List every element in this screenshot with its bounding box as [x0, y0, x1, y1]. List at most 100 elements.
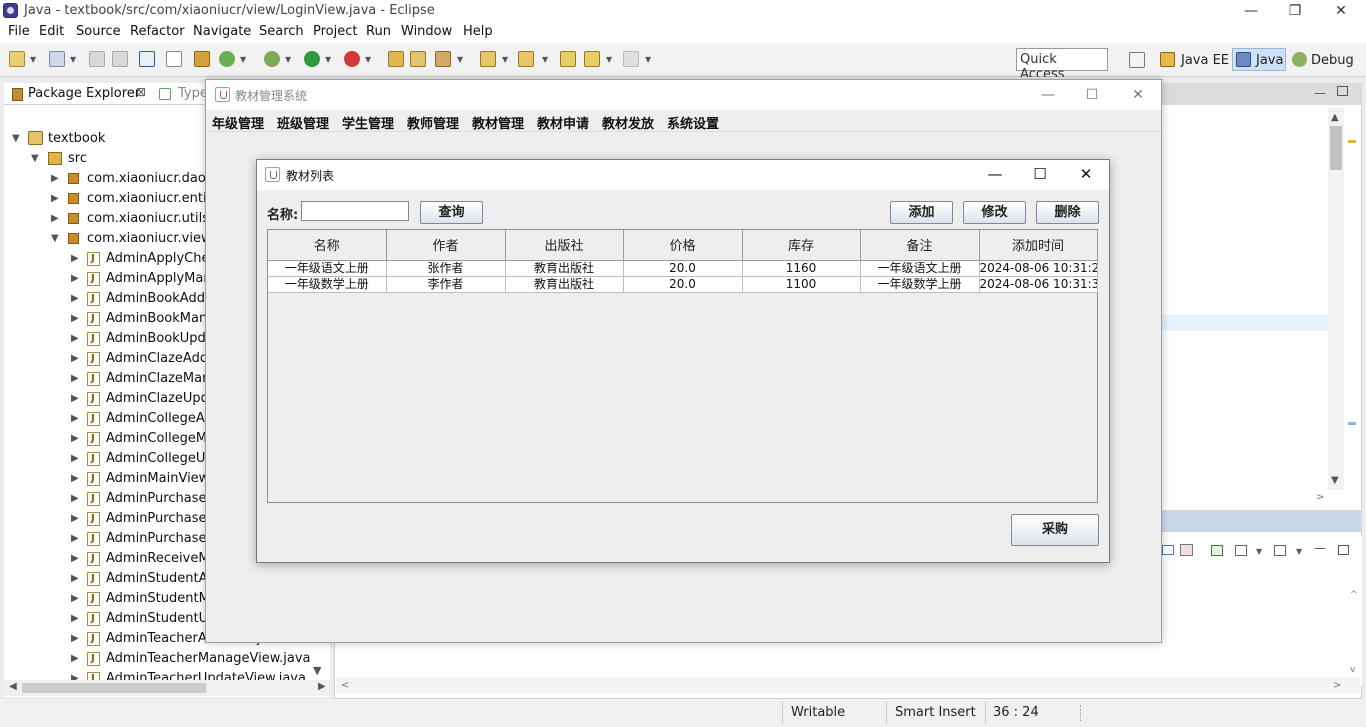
search-tool-dropdown-icon[interactable]: ▼: [457, 55, 463, 64]
panel-maximize-icon[interactable]: [1338, 545, 1349, 555]
panel-scroll-up-icon[interactable]: ^: [1350, 590, 1358, 600]
prev-annotation-icon[interactable]: [518, 51, 534, 67]
last-edit-icon[interactable]: [560, 51, 576, 67]
menu-textbook-issue[interactable]: 教材发放: [602, 113, 654, 132]
quick-access-input[interactable]: Quick Access: [1016, 48, 1108, 82]
expand-file-icon[interactable]: ▶: [71, 313, 79, 324]
menu-textbook[interactable]: 教材管理: [472, 113, 524, 132]
expand-file-icon[interactable]: ▶: [71, 493, 79, 504]
menu-system-settings[interactable]: 系统设置: [667, 113, 719, 132]
tree-java-file[interactable]: AdminClazeAddV: [106, 351, 217, 366]
perspective-debug[interactable]: Debug: [1311, 53, 1354, 68]
tree-java-file[interactable]: AdminClazeMana: [106, 371, 218, 386]
tree-java-file[interactable]: AdminBookUpda: [106, 331, 214, 346]
tree-java-file[interactable]: AdminMainView.j: [106, 471, 216, 486]
forward-dropdown-icon[interactable]: ▼: [645, 55, 651, 64]
column-header-publisher[interactable]: 出版社: [505, 230, 624, 261]
cell-remark[interactable]: 一年级语文上册: [860, 260, 980, 277]
purchase-button[interactable]: 采购: [1011, 514, 1099, 546]
expand-file-icon[interactable]: ▶: [71, 413, 79, 424]
edit-button[interactable]: 修改: [963, 201, 1026, 224]
scroll-left-icon[interactable]: ◀: [9, 681, 17, 692]
new-package-icon[interactable]: [388, 51, 404, 67]
cell-added-time[interactable]: 2024-08-06 10:31:26: [979, 260, 1098, 277]
panel-open-console-dropdown-icon[interactable]: ▼: [1296, 547, 1302, 556]
menu-class[interactable]: 班级管理: [277, 113, 329, 132]
cell-price[interactable]: 20.0: [623, 276, 743, 293]
menu-grade[interactable]: 年级管理: [212, 113, 264, 132]
tree-java-file[interactable]: AdminTeacherManageView.java: [106, 651, 311, 666]
menu-teacher[interactable]: 教师管理: [407, 113, 459, 132]
expand-file-icon[interactable]: ▶: [71, 653, 79, 664]
tree-java-file[interactable]: AdminTeacherUpdateView.java: [106, 671, 306, 680]
column-header-name[interactable]: 名称: [268, 230, 387, 261]
tree-java-file[interactable]: AdminCollegeUpc: [106, 451, 221, 466]
cell-stock[interactable]: 1100: [742, 276, 861, 293]
column-header-remark[interactable]: 备注: [860, 230, 980, 261]
cell-name[interactable]: 一年级数学上册: [268, 276, 387, 293]
expand-file-icon[interactable]: ▶: [71, 373, 79, 384]
column-header-stock[interactable]: 库存: [742, 230, 861, 261]
panel-minimize-icon[interactable]: —: [1314, 541, 1326, 555]
expand-file-icon[interactable]: ▶: [71, 613, 79, 624]
column-header-author[interactable]: 作者: [386, 230, 506, 261]
cell-remark[interactable]: 一年级数学上册: [860, 276, 980, 293]
expand-file-icon[interactable]: ▶: [71, 633, 79, 644]
panel-scroll-down-icon[interactable]: v: [1350, 665, 1355, 675]
open-perspective-icon[interactable]: [1129, 52, 1145, 68]
expand-file-icon[interactable]: ▶: [71, 673, 79, 680]
editor-maximize-icon[interactable]: [1337, 86, 1348, 96]
cell-price[interactable]: 20.0: [623, 260, 743, 277]
table-row[interactable]: 一年级语文上册 张作者 教育出版社 20.0 1160 一年级语文上册 2024…: [268, 260, 1098, 277]
menu-help[interactable]: Help: [463, 24, 493, 39]
editor-vscroll-thumb[interactable]: [1330, 126, 1342, 170]
list-maximize-button[interactable]: ☐: [1017, 163, 1063, 185]
cell-publisher[interactable]: 教育出版社: [505, 276, 624, 293]
menu-run[interactable]: Run: [366, 24, 391, 39]
tree-java-file[interactable]: AdminStudentMa: [106, 591, 218, 606]
open-type-icon[interactable]: [410, 51, 426, 67]
minimize-button[interactable]: —: [1228, 0, 1274, 22]
scroll-down-icon[interactable]: ▼: [313, 664, 321, 677]
column-header-price[interactable]: 价格: [623, 230, 743, 261]
external-tools-icon[interactable]: [344, 51, 360, 67]
list-close-button[interactable]: ✕: [1063, 163, 1109, 185]
search-tool-icon[interactable]: [435, 51, 451, 67]
query-button[interactable]: 查询: [420, 201, 483, 224]
editor-scroll-up-icon[interactable]: ▲: [1331, 112, 1339, 123]
list-minimize-button[interactable]: —: [972, 163, 1018, 185]
editor-scroll-right-icon[interactable]: >: [1316, 492, 1324, 503]
cell-stock[interactable]: 1160: [742, 260, 861, 277]
panel-console-icon[interactable]: [1162, 545, 1174, 555]
next-annotation-icon[interactable]: [480, 51, 496, 67]
editor-hscroll-left-icon[interactable]: <: [341, 680, 349, 691]
status-trim-handle[interactable]: [1080, 705, 1083, 721]
panel-display-dropdown-icon[interactable]: ▼: [1256, 547, 1262, 556]
add-button[interactable]: 添加: [890, 201, 953, 224]
expand-file-icon[interactable]: ▶: [71, 573, 79, 584]
expand-file-icon[interactable]: ▶: [71, 273, 79, 284]
cell-name[interactable]: 一年级语文上册: [268, 260, 387, 277]
expand-file-icon[interactable]: ▶: [71, 533, 79, 544]
cell-author[interactable]: 张作者: [386, 260, 506, 277]
panel-open-console-icon[interactable]: [1274, 545, 1286, 556]
name-search-input[interactable]: [301, 201, 409, 221]
back-icon[interactable]: [584, 51, 600, 67]
tree-java-file[interactable]: AdminApplyChec: [106, 251, 217, 266]
expand-file-icon[interactable]: ▶: [71, 513, 79, 524]
restore-button[interactable]: ❐: [1272, 0, 1318, 22]
main-close-button[interactable]: ✕: [1115, 84, 1161, 106]
panel-display-icon[interactable]: [1235, 545, 1247, 556]
forward-icon[interactable]: [623, 51, 639, 67]
tree-java-file[interactable]: AdminApplyMana: [106, 271, 220, 286]
cell-publisher[interactable]: 教育出版社: [505, 260, 624, 277]
menu-window[interactable]: Window: [401, 24, 452, 39]
delete-button[interactable]: 删除: [1036, 201, 1099, 224]
expand-file-icon[interactable]: ▶: [71, 333, 79, 344]
expand-file-icon[interactable]: ▶: [71, 593, 79, 604]
tree-java-file[interactable]: AdminCollegeAdc: [106, 411, 220, 426]
hscroll-thumb[interactable]: [22, 683, 206, 693]
menu-textbook-apply[interactable]: 教材申请: [537, 113, 589, 132]
editor-hscroll-right-icon[interactable]: >: [1333, 680, 1341, 691]
panel-remove-icon[interactable]: [1180, 544, 1193, 556]
